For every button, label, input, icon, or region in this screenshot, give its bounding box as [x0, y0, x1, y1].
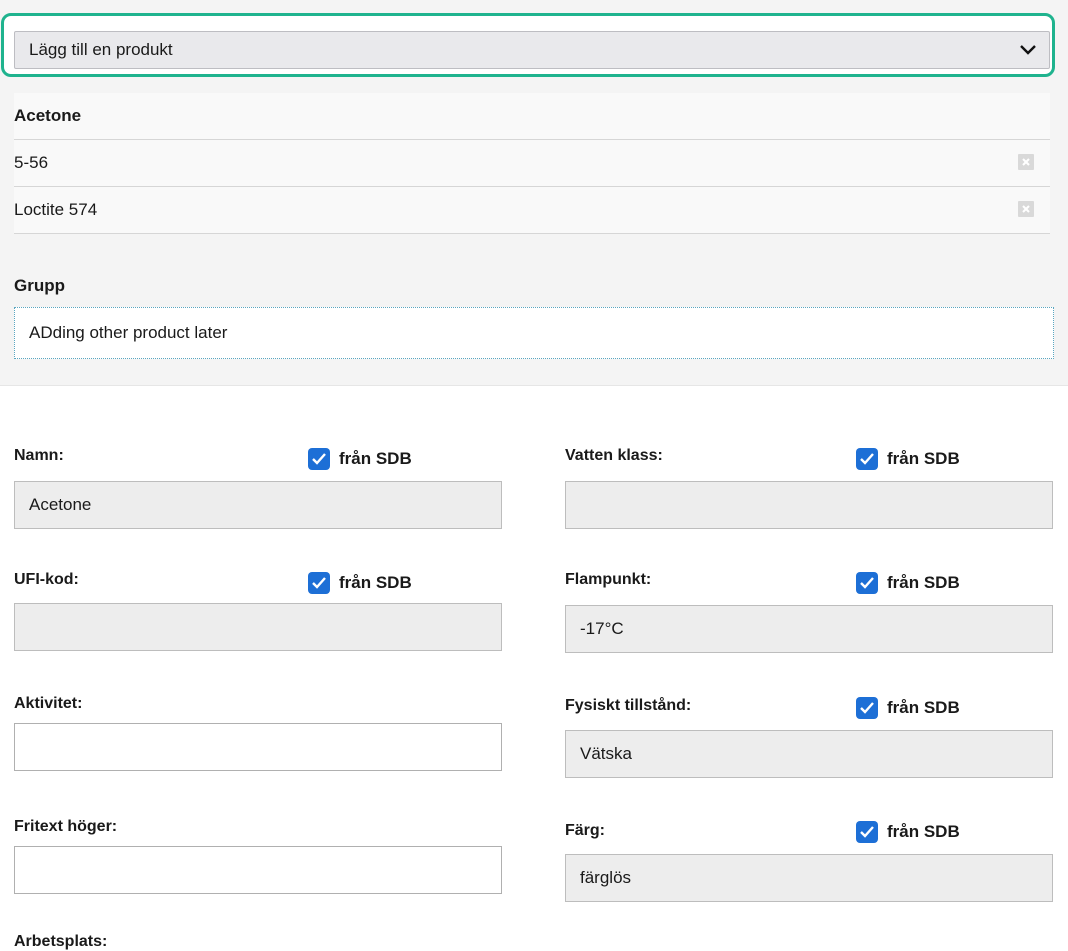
- add-product-select-label: Lägg till en produkt: [29, 40, 173, 59]
- product-name: 5-56: [14, 153, 49, 172]
- checkbox-checked-icon: [856, 821, 878, 843]
- close-icon: [1022, 205, 1030, 213]
- fritext-hoger-field[interactable]: [14, 846, 502, 894]
- remove-product-button[interactable]: [1018, 154, 1034, 170]
- group-label: Grupp: [14, 276, 65, 295]
- ufi-kod-label: UFI-kod:: [14, 571, 79, 588]
- checkbox-checked-icon: [856, 448, 878, 470]
- fysiskt-tillstand-field[interactable]: Vätska: [565, 730, 1053, 778]
- sdb-label: från SDB: [887, 822, 960, 841]
- farg-label: Färg:: [565, 822, 605, 839]
- namn-sdb-checkbox[interactable]: från SDB: [308, 448, 412, 470]
- vatten-klass-sdb-checkbox[interactable]: från SDB: [856, 448, 960, 470]
- checkbox-checked-icon: [308, 448, 330, 470]
- farg-field[interactable]: färglös: [565, 854, 1053, 902]
- product-list-header: Acetone: [14, 93, 1050, 140]
- sdb-label: från SDB: [887, 449, 960, 468]
- product-list: Acetone 5-56 Loctite 574: [14, 93, 1050, 234]
- sdb-label: från SDB: [887, 573, 960, 592]
- vatten-klass-label: Vatten klass:: [565, 447, 663, 464]
- product-name: Loctite 574: [14, 200, 98, 219]
- aktivitet-label: Aktivitet:: [14, 695, 83, 712]
- sdb-label: från SDB: [339, 449, 412, 468]
- ufi-kod-field[interactable]: [14, 603, 502, 651]
- group-input[interactable]: ADding other product later: [14, 307, 1054, 359]
- checkbox-checked-icon: [856, 572, 878, 594]
- chevron-down-icon: [1020, 45, 1036, 55]
- flampunkt-field[interactable]: -17°C: [565, 605, 1053, 653]
- fysiskt-tillstand-label: Fysiskt tillstånd:: [565, 697, 692, 714]
- list-item: Loctite 574: [14, 187, 1050, 234]
- fysiskt-tillstand-sdb-checkbox[interactable]: från SDB: [856, 697, 960, 719]
- list-item: 5-56: [14, 140, 1050, 187]
- sdb-label: från SDB: [339, 573, 412, 592]
- fritext-hoger-label: Fritext höger:: [14, 818, 118, 835]
- product-panel: Lägg till en produkt Acetone 5-56 Loctit…: [0, 0, 1068, 386]
- farg-sdb-checkbox[interactable]: från SDB: [856, 821, 960, 843]
- vatten-klass-field[interactable]: [565, 481, 1053, 529]
- flampunkt-label: Flampunkt:: [565, 571, 652, 588]
- sdb-label: från SDB: [887, 698, 960, 717]
- add-product-select[interactable]: Lägg till en produkt: [14, 31, 1050, 69]
- ufi-kod-sdb-checkbox[interactable]: från SDB: [308, 572, 412, 594]
- aktivitet-field[interactable]: [14, 723, 502, 771]
- close-icon: [1022, 158, 1030, 166]
- namn-field[interactable]: Acetone: [14, 481, 502, 529]
- flampunkt-sdb-checkbox[interactable]: från SDB: [856, 572, 960, 594]
- checkbox-checked-icon: [856, 697, 878, 719]
- checkbox-checked-icon: [308, 572, 330, 594]
- namn-label: Namn:: [14, 447, 64, 464]
- remove-product-button[interactable]: [1018, 201, 1034, 217]
- arbetsplats-label: Arbetsplats:: [14, 933, 108, 950]
